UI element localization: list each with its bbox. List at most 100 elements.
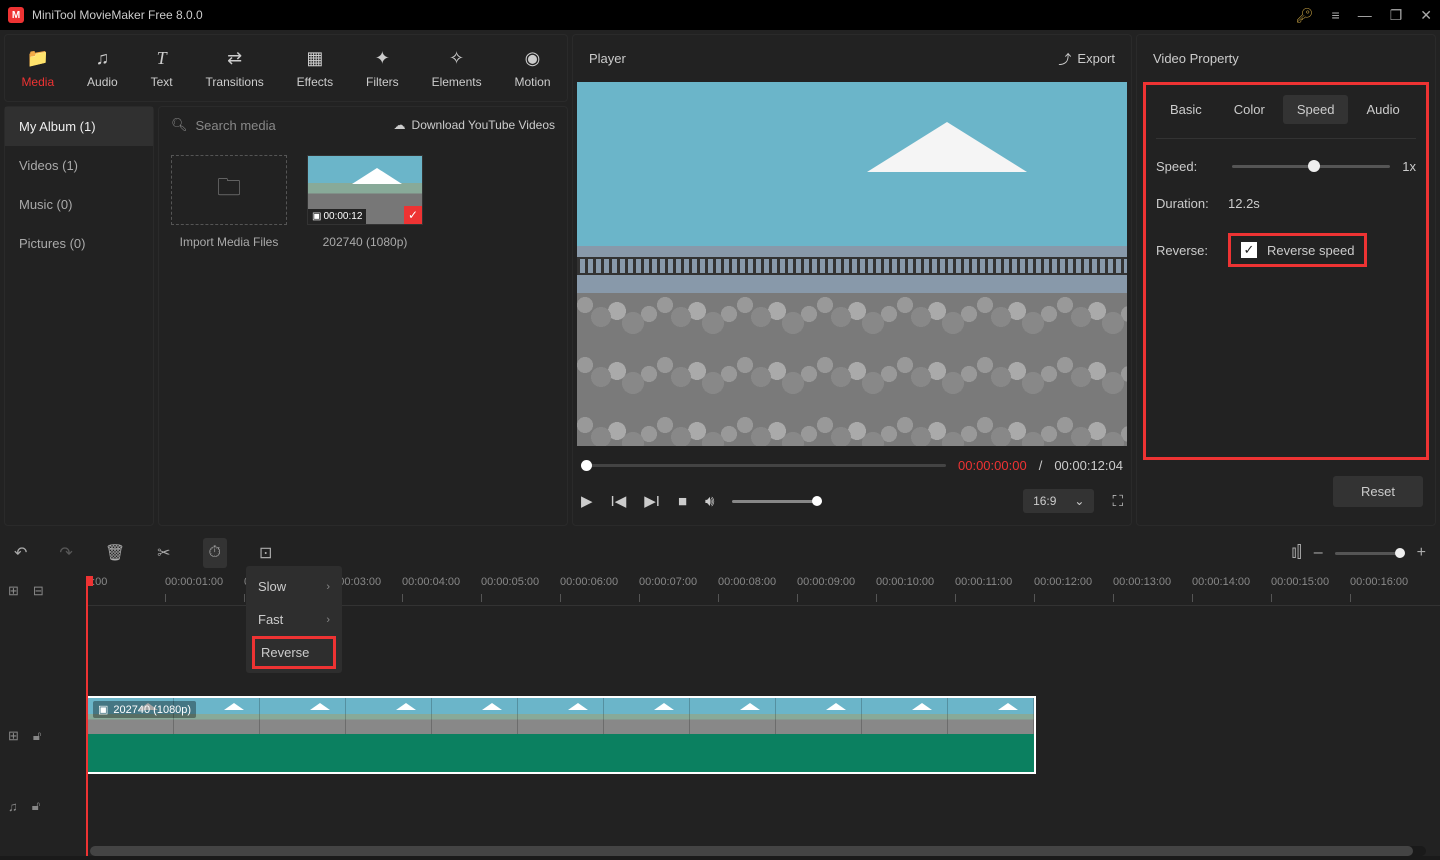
speed-slider[interactable] xyxy=(1232,165,1390,168)
ruler-tick: 00:00:08:00 xyxy=(718,576,776,588)
time-current: 00:00:00:00 xyxy=(958,458,1027,473)
toolbar-motion[interactable]: ◉Motion xyxy=(505,44,561,93)
speed-menu-reverse[interactable]: Reverse xyxy=(252,636,336,669)
player-title: Player xyxy=(589,51,626,66)
chevron-right-icon: › xyxy=(326,581,330,593)
chevron-right-icon: › xyxy=(326,614,330,626)
next-frame-button[interactable]: ▶I xyxy=(644,492,660,510)
ruler-tick: 00:00:04:00 xyxy=(402,576,460,588)
speed-menu-button[interactable]: ⏱︎ xyxy=(203,538,227,568)
playhead[interactable] xyxy=(86,576,88,856)
minimize-icon[interactable]: ― xyxy=(1358,7,1372,23)
menu-icon[interactable]: ≡ xyxy=(1332,7,1340,23)
player-preview[interactable] xyxy=(577,82,1127,446)
music-icon: ♫ xyxy=(96,48,110,69)
media-sidebar: My Album (1) Videos (1) Music (0) Pictur… xyxy=(4,106,154,526)
ruler-tick: 00:00:12:00 xyxy=(1034,576,1092,588)
sidebar-videos[interactable]: Videos (1) xyxy=(5,146,153,185)
lock-icon[interactable]: 🔓︎ xyxy=(33,728,41,744)
ruler-tick: 00:00:13:00 xyxy=(1113,576,1171,588)
speed-menu-fast[interactable]: Fast› xyxy=(246,603,342,636)
timeline-scrollbar[interactable] xyxy=(90,846,1426,856)
fullscreen-button[interactable]: ⛶ xyxy=(1112,493,1123,510)
tab-audio[interactable]: Audio xyxy=(1352,95,1413,124)
app-logo: M xyxy=(8,7,24,23)
toolbar-effects[interactable]: ▦Effects xyxy=(287,44,343,93)
sidebar-pictures[interactable]: Pictures (0) xyxy=(5,224,153,263)
ruler-tick: 00:00:05:00 xyxy=(481,576,539,588)
property-title: Video Property xyxy=(1137,35,1435,76)
clip-icon: ▣ xyxy=(98,703,108,716)
main-toolbar: 📁Media ♫Audio TText ⇄Transitions ▦Effect… xyxy=(4,34,568,102)
audio-track-icon[interactable]: ♫ xyxy=(8,799,18,814)
reverse-speed-checkbox[interactable]: ✓ Reverse speed xyxy=(1228,233,1367,267)
ruler-tick: 00:00:07:00 xyxy=(639,576,697,588)
ruler-tick: 00:00:11:00 xyxy=(955,576,1012,588)
sidebar-my-album[interactable]: My Album (1) xyxy=(5,107,153,146)
folder-icon: 📁 xyxy=(27,48,49,69)
tab-speed[interactable]: Speed xyxy=(1283,95,1349,124)
video-track-icon[interactable]: ⊞ xyxy=(8,728,19,744)
elements-icon: ✧ xyxy=(449,48,464,69)
player-progress-bar[interactable] xyxy=(581,464,946,467)
key-icon[interactable]: 🔑︎ xyxy=(1296,7,1314,24)
chevron-down-icon: ⌄ xyxy=(1074,494,1084,508)
effects-icon: ▦ xyxy=(306,48,323,69)
volume-icon[interactable]: 🔊︎ xyxy=(705,493,714,510)
lock-icon[interactable]: 🔓︎ xyxy=(32,798,40,814)
speed-dropdown-menu: Slow› Fast› Reverse xyxy=(246,566,342,673)
titlebar: M MiniTool MovieMaker Free 8.0.0 🔑︎ ≡ ― … xyxy=(0,0,1440,30)
export-button[interactable]: ⤴ Export xyxy=(1058,49,1115,68)
toolbar-elements[interactable]: ✧Elements xyxy=(422,44,492,93)
speed-menu-slow[interactable]: Slow› xyxy=(246,570,342,603)
play-button[interactable]: ▶ xyxy=(581,492,593,510)
media-clip-thumbnail[interactable]: ▣00:00:12 ✓ xyxy=(307,155,423,225)
stop-button[interactable]: ■ xyxy=(678,493,687,510)
redo-button[interactable]: ↷ xyxy=(59,543,72,563)
folder-icon: 🗀 xyxy=(217,170,241,211)
search-input[interactable]: 🔍︎ Search media xyxy=(171,117,386,133)
marker-icon[interactable]: ⫾⫿ xyxy=(1292,544,1302,562)
ruler-tick: 00:00:16:00 xyxy=(1350,576,1408,588)
toolbar-transitions[interactable]: ⇄Transitions xyxy=(196,44,274,93)
crop-button[interactable]: ⊡ xyxy=(259,543,272,563)
split-button[interactable]: ✂︎ xyxy=(157,543,170,563)
undo-button[interactable]: ↶ xyxy=(14,543,27,563)
toolbar-filters[interactable]: ✦Filters xyxy=(356,44,409,93)
tab-basic[interactable]: Basic xyxy=(1156,95,1216,124)
toolbar-audio[interactable]: ♫Audio xyxy=(77,44,128,93)
add-track-icon[interactable]: ⊞ xyxy=(8,583,19,599)
filters-icon: ✦ xyxy=(375,48,390,69)
collapse-track-icon[interactable]: ⊟ xyxy=(33,583,44,599)
volume-slider[interactable] xyxy=(732,500,822,503)
maximize-icon[interactable]: ❐ xyxy=(1390,7,1403,24)
property-body: Basic Color Speed Audio Speed: 1x Durati… xyxy=(1143,82,1429,460)
import-media-button[interactable]: 🗀 xyxy=(171,155,287,225)
ruler-tick: 00:00:06:00 xyxy=(560,576,618,588)
search-icon: 🔍︎ xyxy=(171,117,188,133)
sidebar-music[interactable]: Music (0) xyxy=(5,185,153,224)
time-total: 00:00:12:04 xyxy=(1054,458,1123,473)
ruler-tick: 00:00:09:00 xyxy=(797,576,855,588)
transitions-icon: ⇄ xyxy=(227,48,242,69)
timeline-clip[interactable]: ▣202740 (1080p) xyxy=(86,696,1036,774)
tab-color[interactable]: Color xyxy=(1220,95,1279,124)
video-icon: ▣ xyxy=(312,211,321,222)
delete-button[interactable]: 🗑︎ xyxy=(105,543,125,563)
text-icon: T xyxy=(157,48,167,69)
zoom-out-button[interactable]: – xyxy=(1314,544,1323,562)
ruler-tick: 00:00:15:00 xyxy=(1271,576,1329,588)
zoom-in-button[interactable]: + xyxy=(1417,544,1426,562)
motion-icon: ◉ xyxy=(525,48,541,69)
toolbar-text[interactable]: TText xyxy=(141,44,183,93)
speed-label: Speed: xyxy=(1156,159,1228,174)
checkbox-checked-icon: ✓ xyxy=(1241,242,1257,258)
download-youtube-button[interactable]: ☁ Download YouTube Videos xyxy=(394,118,555,132)
aspect-ratio-select[interactable]: 16:9⌄ xyxy=(1023,489,1094,513)
close-icon[interactable]: ✕ xyxy=(1420,7,1432,24)
zoom-slider[interactable] xyxy=(1335,552,1405,555)
media-clip-name: 202740 (1080p) xyxy=(323,235,408,249)
toolbar-media[interactable]: 📁Media xyxy=(11,44,64,93)
reset-button[interactable]: Reset xyxy=(1333,476,1423,507)
prev-frame-button[interactable]: I◀ xyxy=(611,492,627,510)
